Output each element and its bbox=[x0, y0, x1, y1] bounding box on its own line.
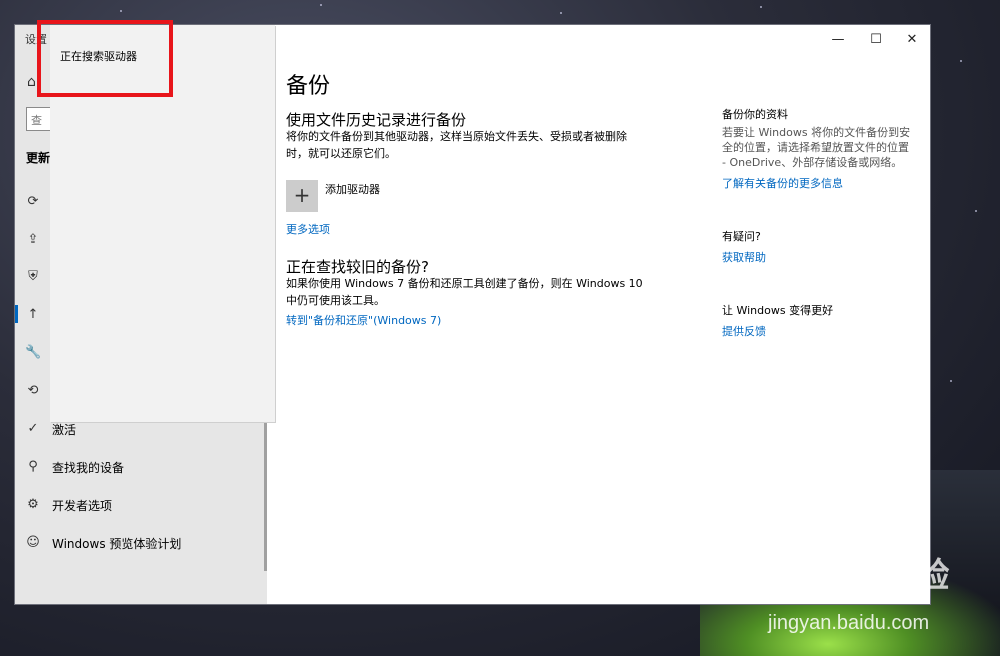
backup-info-desc-3: - OneDrive、外部存储设备或网络。 bbox=[722, 156, 903, 169]
older-backup-desc-1: 如果你使用 Windows 7 备份和还原工具创建了备份，则在 Windows … bbox=[286, 277, 643, 290]
backup-restore-link[interactable]: 转到"备份和还原"(Windows 7) bbox=[286, 312, 441, 328]
older-backup-heading: 正在查找较旧的备份? bbox=[286, 258, 429, 276]
check-circle-icon: ✓ bbox=[27, 421, 39, 436]
file-history-desc-1: 将你的文件备份到其他驱动器，这样当原始文件丢失、受损或者被删除 bbox=[286, 130, 627, 143]
add-drive-button[interactable]: + bbox=[286, 180, 318, 212]
backup-info-desc-2: 全的位置，请选择希望放置文件的位置 bbox=[722, 141, 909, 154]
recovery-icon[interactable]: ⟲ bbox=[25, 383, 41, 399]
backup-info-desc-1: 若要让 Windows 将你的文件备份到安 bbox=[722, 126, 911, 139]
sidebar-item-label: 开发者选项 bbox=[52, 499, 113, 513]
close-button[interactable]: ✕ bbox=[897, 30, 927, 50]
file-history-desc-2: 时，就可以还原它们。 bbox=[286, 147, 396, 160]
watermark-logo: Bai du 经验 bbox=[768, 557, 950, 595]
windows-update-icon[interactable]: ⟳ bbox=[25, 194, 41, 210]
sidebar-item-label: 激活 bbox=[52, 423, 77, 437]
sidebar-item-label: Windows 预览体验计划 bbox=[52, 537, 182, 551]
sidebar-scrollbar[interactable] bbox=[264, 423, 267, 571]
page-title: 备份 bbox=[286, 74, 331, 99]
delivery-optimization-icon[interactable]: ⇪ bbox=[25, 232, 41, 248]
backup-icon[interactable]: ↑ bbox=[25, 307, 41, 323]
more-options-link[interactable]: 更多选项 bbox=[286, 221, 330, 237]
file-history-heading: 使用文件历史记录进行备份 bbox=[286, 111, 467, 129]
older-backup-desc-2: 中仍可使用该工具。 bbox=[286, 294, 385, 307]
feedback-link[interactable]: 提供反馈 bbox=[722, 323, 766, 339]
watermark-url: jingyan.baidu.com bbox=[768, 612, 930, 634]
backup-info-heading: 备份你的资料 bbox=[722, 108, 788, 121]
maximize-button[interactable]: ☐ bbox=[861, 30, 891, 50]
developer-icon: ⚙ bbox=[27, 497, 39, 512]
get-help-link[interactable]: 获取帮助 bbox=[722, 249, 766, 265]
troubleshoot-icon[interactable]: 🔧 bbox=[25, 345, 41, 361]
section-label: 更新 bbox=[26, 151, 51, 165]
plus-icon: + bbox=[293, 183, 311, 207]
learn-more-link[interactable]: 了解有关备份的更多信息 bbox=[722, 175, 843, 191]
improve-heading: 让 Windows 变得更好 bbox=[722, 304, 834, 317]
insider-icon: ☺ bbox=[26, 535, 40, 550]
find-device-icon: ⚲ bbox=[28, 459, 38, 474]
nav-selected-indicator bbox=[15, 305, 18, 323]
sidebar-item-developer[interactable]: ⚙ 开发者选项 bbox=[15, 487, 264, 523]
sidebar-item-label: 查找我的设备 bbox=[52, 461, 125, 475]
minimize-button[interactable]: — bbox=[823, 30, 853, 50]
red-highlight-box bbox=[37, 20, 173, 97]
question-heading: 有疑问? bbox=[722, 230, 761, 243]
sidebar-item-find-device[interactable]: ⚲ 查找我的设备 bbox=[15, 449, 264, 485]
sidebar-item-insider[interactable]: ☺ Windows 预览体验计划 bbox=[15, 525, 264, 561]
add-drive-label[interactable]: 添加驱动器 bbox=[325, 181, 380, 197]
windows-security-icon[interactable]: ⛨ bbox=[25, 269, 41, 285]
